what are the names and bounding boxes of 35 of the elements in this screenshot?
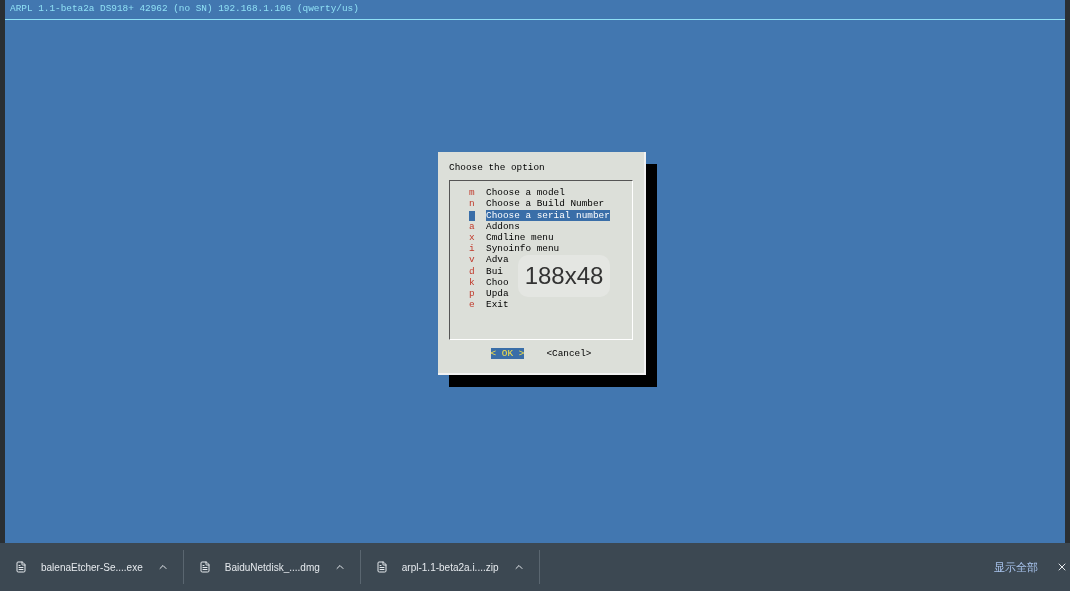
menu-item[interactable]: Bui bbox=[486, 265, 503, 277]
hotkey: a bbox=[469, 220, 475, 233]
dialog-button[interactable]: < OK > bbox=[490, 348, 525, 360]
hotkey: d bbox=[469, 265, 475, 277]
hotkey: i bbox=[469, 243, 475, 255]
cursor-block bbox=[469, 210, 475, 221]
download-item[interactable]: BaiduNetdisk_....dmg bbox=[224, 559, 320, 575]
menu-item[interactable]: Upda bbox=[486, 288, 509, 300]
menu-item[interactable]: Choose a serial number bbox=[486, 209, 610, 221]
hotkey: n bbox=[469, 198, 475, 210]
menu-item[interactable]: Choose a Build Number bbox=[486, 198, 605, 210]
file-icon bbox=[375, 561, 388, 573]
dialog-button[interactable]: <Cancel> bbox=[546, 348, 592, 360]
hotkey: m bbox=[469, 187, 475, 199]
terminal-header: ARPL 1.1-beta2a DS918+ 42962 (no SN) 192.168.1.106 (qwerty/us) bbox=[10, 3, 359, 14]
menu-item[interactable]: Choo bbox=[486, 276, 509, 289]
download-item[interactable]: balenaEtcher-Se....exe bbox=[41, 559, 143, 575]
file-icon bbox=[15, 561, 27, 573]
size-overlay: 188x48 bbox=[518, 255, 610, 298]
hotkey: x bbox=[469, 232, 475, 244]
hotkey: p bbox=[469, 288, 475, 300]
dialog-title: Choose the option bbox=[449, 161, 546, 176]
hotkey: e bbox=[469, 299, 475, 311]
hotkey: v bbox=[469, 254, 475, 266]
menu-item[interactable]: Cmdline menu bbox=[486, 232, 554, 244]
menu-item[interactable]: Synoinfo menu bbox=[486, 243, 560, 255]
menu-item[interactable]: Exit bbox=[486, 299, 509, 311]
file-icon bbox=[198, 561, 211, 573]
menu-item[interactable]: Adva bbox=[486, 254, 509, 266]
close-icon[interactable] bbox=[1056, 561, 1068, 573]
download-item[interactable]: arpl-1.1-beta2a.i....zip bbox=[401, 559, 499, 575]
menu-item[interactable]: Choose a model bbox=[486, 187, 565, 199]
menu-item[interactable]: Addons bbox=[486, 220, 520, 233]
show-all-link[interactable]: 显示全部 bbox=[994, 558, 1038, 576]
hotkey: k bbox=[469, 276, 475, 289]
